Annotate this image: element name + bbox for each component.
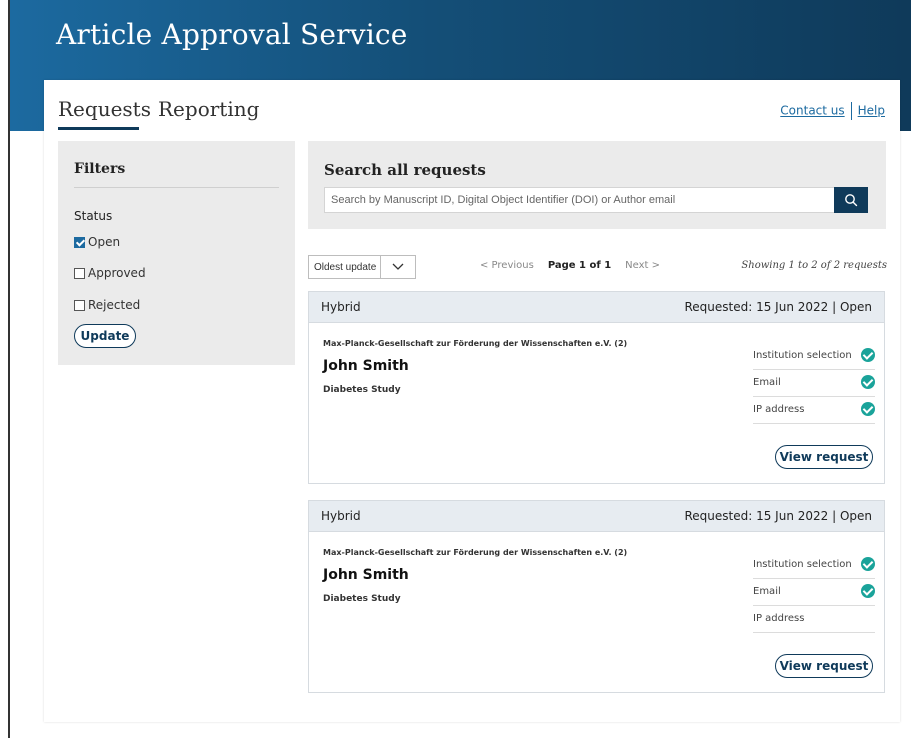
filters-panel: Filters Status Open Approved Rejected Up… — [58, 141, 295, 365]
verification-checks: Institution selection Email IP address — [753, 343, 875, 424]
results-count: Showing 1 to 2 of 2 requests — [741, 260, 887, 271]
request-card-header: Hybrid Requested: 15 Jun 2022 | Open — [309, 292, 884, 323]
filter-option-open[interactable]: Open — [74, 235, 120, 249]
check-circle-icon — [861, 557, 875, 571]
request-card: Hybrid Requested: 15 Jun 2022 | Open Max… — [308, 500, 885, 693]
sort-select[interactable]: Oldest update — [308, 255, 416, 279]
check-institution-selection: Institution selection — [753, 552, 875, 579]
open-label: Open — [88, 235, 121, 249]
next-page-link[interactable]: Next > — [625, 260, 660, 271]
sort-value: Oldest update — [314, 261, 377, 273]
search-icon — [845, 194, 858, 207]
page-indicator: Page 1 of 1 — [547, 260, 612, 271]
approved-checkbox[interactable] — [74, 267, 85, 279]
check-email: Email — [753, 579, 875, 606]
request-card-header: Hybrid Requested: 15 Jun 2022 | Open — [309, 501, 884, 532]
check-label: Institution selection — [753, 559, 852, 570]
study-title: Diabetes Study — [323, 385, 401, 395]
verification-checks: Institution selection Email IP address — [753, 552, 875, 633]
rejected-label: Rejected — [88, 298, 141, 312]
link-divider — [850, 102, 852, 120]
help-link[interactable]: Help — [858, 104, 885, 118]
check-circle-icon — [861, 402, 875, 416]
tab-requests[interactable]: Requests — [58, 97, 151, 130]
sort-dropdown-toggle[interactable] — [380, 256, 415, 278]
app-window: Article Approval Service Requests Report… — [0, 0, 911, 738]
status-label: Status — [74, 209, 113, 223]
contact-us-link[interactable]: Contact us — [780, 104, 844, 118]
request-date-status: Requested: 15 Jun 2022 | Open — [684, 300, 872, 314]
rejected-checkbox[interactable] — [74, 299, 85, 311]
search-button[interactable] — [834, 187, 868, 213]
request-card: Hybrid Requested: 15 Jun 2022 | Open Max… — [308, 291, 885, 484]
view-request-button[interactable]: View request — [775, 654, 873, 678]
check-label: IP address — [753, 404, 805, 415]
top-links: Contact us Help — [780, 102, 885, 120]
search-title: Search all requests — [324, 161, 486, 179]
check-label: IP address — [753, 613, 805, 624]
check-email: Email — [753, 370, 875, 397]
check-institution-selection: Institution selection — [753, 343, 875, 370]
check-label: Email — [753, 377, 781, 388]
app-title: Article Approval Service — [56, 18, 408, 51]
institution-name: Max-Planck-Gesellschaft zur Förderung de… — [323, 548, 628, 557]
check-circle-icon — [861, 375, 875, 389]
window-border — [8, 0, 10, 738]
filter-option-rejected[interactable]: Rejected — [74, 298, 140, 312]
institution-name: Max-Planck-Gesellschaft zur Förderung de… — [323, 339, 628, 348]
tab-requests-label: Requests — [58, 97, 151, 121]
search-input[interactable] — [324, 187, 834, 213]
check-circle-icon — [861, 584, 875, 598]
author-name: John Smith — [323, 358, 409, 374]
pagination: < Previous Page 1 of 1 Next > — [480, 260, 660, 271]
request-date-status: Requested: 15 Jun 2022 | Open — [684, 509, 872, 523]
check-circle-icon — [861, 348, 875, 362]
approved-label: Approved — [88, 266, 146, 280]
filters-title: Filters — [74, 161, 126, 177]
tab-reporting-label: Reporting — [158, 97, 260, 121]
open-checkbox[interactable] — [74, 236, 85, 248]
chevron-down-icon — [392, 263, 404, 270]
filter-option-approved[interactable]: Approved — [74, 266, 146, 280]
check-ip-address: IP address — [753, 606, 875, 633]
request-type: Hybrid — [321, 509, 361, 523]
search-panel: Search all requests — [308, 141, 886, 229]
check-label: Institution selection — [753, 350, 852, 361]
update-button[interactable]: Update — [74, 324, 136, 348]
view-request-button[interactable]: View request — [775, 445, 873, 469]
request-type: Hybrid — [321, 300, 361, 314]
check-label: Email — [753, 586, 781, 597]
author-name: John Smith — [323, 567, 409, 583]
previous-page-link[interactable]: < Previous — [480, 260, 534, 271]
study-title: Diabetes Study — [323, 594, 401, 604]
active-tab-underline — [58, 127, 139, 130]
filters-divider — [74, 187, 279, 188]
tab-reporting[interactable]: Reporting — [158, 97, 259, 121]
check-ip-address: IP address — [753, 397, 875, 424]
